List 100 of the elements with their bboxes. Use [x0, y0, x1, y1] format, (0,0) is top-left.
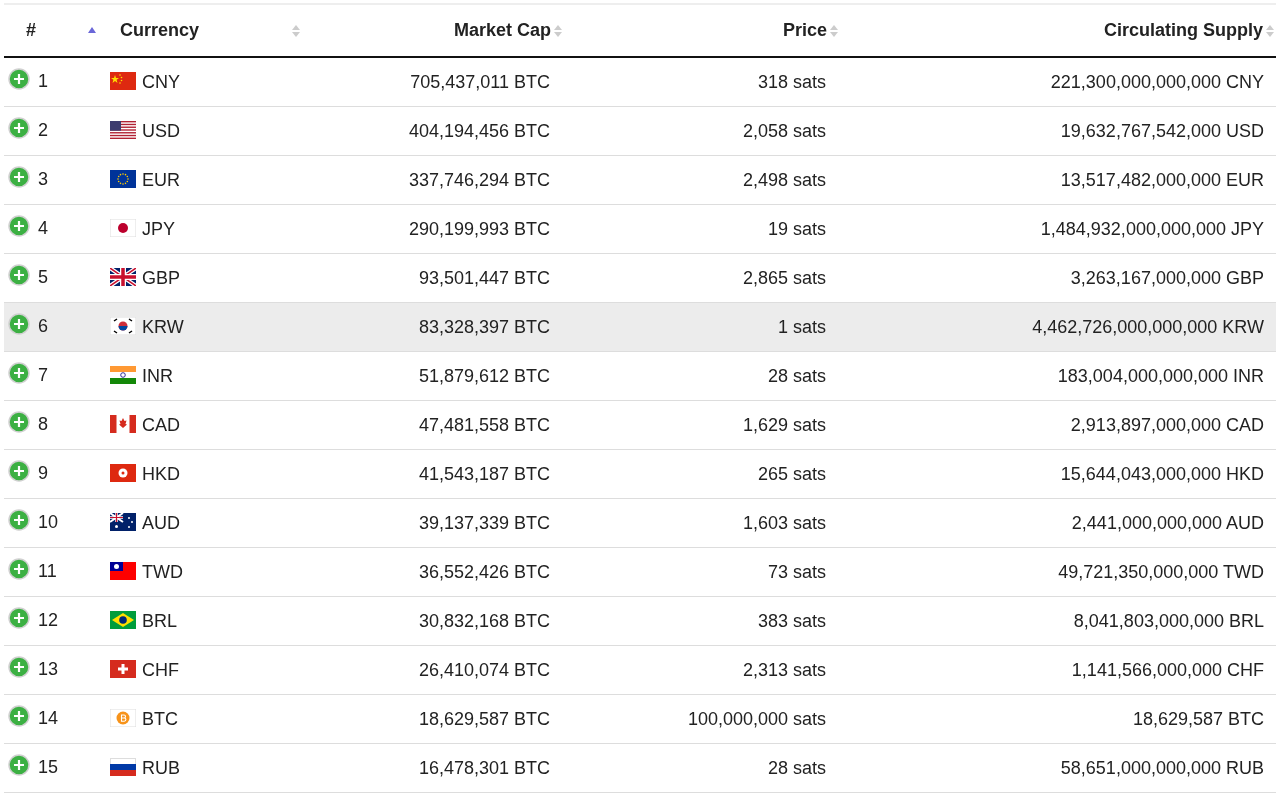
add-icon[interactable]: [8, 166, 30, 189]
table-cell: 265 sats: [757, 463, 826, 484]
add-icon[interactable]: [8, 558, 30, 581]
flag-icon: [110, 71, 136, 90]
flag-icon: [110, 463, 136, 482]
table-cell: CNY: [142, 71, 180, 92]
add-icon[interactable]: [8, 656, 30, 679]
table-cell: 4,462,726,000,000,000 KRW: [1032, 316, 1264, 337]
table-cell: 30,832,168 BTC: [418, 610, 550, 631]
table-cell: 1,603 sats: [742, 512, 826, 533]
table-cell: 18,629,587 BTC: [418, 708, 550, 729]
add-icon[interactable]: [8, 607, 30, 630]
table-cell: 5: [38, 266, 48, 287]
table-cell: 19,632,767,542,000 USD: [1060, 120, 1264, 141]
sort-icon[interactable]: [554, 23, 562, 38]
add-icon[interactable]: [8, 68, 30, 91]
table-cell: 4: [38, 217, 48, 238]
table-cell: 3: [38, 168, 48, 189]
table-cell: 3,263,167,000,000 GBP: [1070, 267, 1264, 288]
table-cell: BTC: [142, 708, 178, 729]
flag-icon: [110, 267, 136, 286]
table-row[interactable]: 1 CNY 705,437,011 BTC 318 sats 221,300,000,000,000 CNY: [4, 57, 1276, 107]
add-icon[interactable]: [8, 313, 30, 336]
table-row[interactable]: 4 JPY 290,199,993 BTC 19 sats 1,484,932,000,000,000 JPY: [4, 204, 1276, 254]
table-row[interactable]: 7 INR 51,879,612 BTC 28 sats 183,004,000,000,000 INR: [4, 351, 1276, 401]
table-cell: CHF: [142, 659, 179, 680]
flag-icon: [110, 169, 136, 188]
table-row[interactable]: 6 KRW 83,328,397 BTC 1 sats 4,462,726,000,000,000 KRW: [4, 302, 1276, 352]
table-cell: 337,746,294 BTC: [408, 169, 550, 190]
table-cell: 13,517,482,000,000 EUR: [1060, 169, 1264, 190]
add-icon[interactable]: [8, 215, 30, 238]
table-cell: TWD: [142, 561, 183, 582]
table-row[interactable]: 12 BRL 30,832,168 BTC 383 sats 8,041,803,000,000 BRL: [4, 596, 1276, 646]
table-cell: 1 sats: [777, 316, 826, 337]
table-cell: 1,629 sats: [742, 414, 826, 435]
table-cell: EUR: [142, 169, 180, 190]
table-cell: 28 sats: [767, 757, 826, 778]
add-icon[interactable]: [8, 460, 30, 483]
flag-icon: [110, 120, 136, 139]
table-cell: 39,137,339 BTC: [418, 512, 550, 533]
add-icon[interactable]: [8, 754, 30, 777]
table-cell: USD: [142, 120, 180, 141]
table-row[interactable]: 2 USD 404,194,456 BTC 2,058 sats 19,632,767,542,000 USD: [4, 106, 1276, 156]
table-cell: 2,498 sats: [742, 169, 826, 190]
table-cell: RUB: [142, 757, 180, 778]
flag-icon: [110, 365, 136, 384]
flag-icon: [110, 561, 136, 580]
table-cell: 1: [38, 70, 48, 91]
table-row[interactable]: 15 RUB 16,478,301 BTC 28 sats 58,651,000,000,000 RUB: [4, 743, 1276, 793]
column-header[interactable]: Price: [782, 20, 827, 41]
table-cell: 8,041,803,000,000 BRL: [1073, 610, 1264, 631]
flag-icon: [110, 512, 136, 531]
sort-icon[interactable]: [1266, 23, 1274, 38]
table-cell: 2,865 sats: [742, 267, 826, 288]
table-cell: 183,004,000,000,000 INR: [1057, 365, 1264, 386]
table-cell: 49,721,350,000,000 TWD: [1058, 561, 1264, 582]
table-cell: 26,410,074 BTC: [418, 659, 550, 680]
table-cell: 93,501,447 BTC: [418, 267, 550, 288]
table-cell: 221,300,000,000,000 CNY: [1050, 71, 1264, 92]
table-row[interactable]: 11 TWD 36,552,426 BTC 73 sats 49,721,350,000,000 TWD: [4, 547, 1276, 597]
table-row[interactable]: 13 CHF 26,410,074 BTC 2,313 sats 1,141,566,000,000 CHF: [4, 645, 1276, 695]
table-cell: 47,481,558 BTC: [418, 414, 550, 435]
add-icon[interactable]: [8, 411, 30, 434]
table-cell: 19 sats: [767, 218, 826, 239]
table-row[interactable]: 3 EUR 337,746,294 BTC 2,498 sats 13,517,482,000,000 EUR: [4, 155, 1276, 205]
table-cell: BRL: [142, 610, 177, 631]
table-cell: 58,651,000,000,000 RUB: [1060, 757, 1264, 778]
sort-icon[interactable]: [292, 23, 300, 38]
column-header[interactable]: Currency: [120, 20, 200, 41]
table-cell: 18,629,587 BTC: [1132, 708, 1264, 729]
table-cell: 7: [38, 364, 48, 385]
add-icon[interactable]: [8, 509, 30, 532]
add-icon[interactable]: [8, 117, 30, 140]
flag-icon: [110, 316, 136, 335]
flag-icon: [110, 218, 136, 237]
column-header[interactable]: Market Cap: [453, 20, 551, 41]
table-cell: CAD: [142, 414, 180, 435]
table-cell: GBP: [142, 267, 180, 288]
column-header[interactable]: #: [26, 20, 36, 41]
table-row[interactable]: 9 HKD 41,543,187 BTC 265 sats 15,644,043,000,000 HKD: [4, 449, 1276, 499]
add-icon[interactable]: [8, 264, 30, 287]
add-icon[interactable]: [8, 362, 30, 385]
table-cell: 8: [38, 413, 48, 434]
table-cell: 16,478,301 BTC: [418, 757, 550, 778]
add-icon[interactable]: [8, 705, 30, 728]
table-row[interactable]: 10 AUD 39,137,339 BTC 1,603 sats 2,441,000,000,000 AUD: [4, 498, 1276, 548]
table-cell: JPY: [142, 218, 175, 239]
table-row[interactable]: 14 BTC 18,629,587 BTC 100,000,000 sats 18,629,587 BTC: [4, 694, 1276, 744]
column-header[interactable]: Circulating Supply: [1104, 20, 1263, 41]
sort-icon[interactable]: [830, 23, 838, 38]
table-cell: 2,441,000,000,000 AUD: [1071, 512, 1264, 533]
table-cell: 290,199,993 BTC: [408, 218, 550, 239]
table-cell: 14: [38, 707, 59, 728]
table-cell: 318 sats: [757, 71, 826, 92]
table-row[interactable]: 8 CAD 47,481,558 BTC 1,629 sats 2,913,897,000,000 CAD: [4, 400, 1276, 450]
table-cell: KRW: [142, 316, 184, 337]
table-row[interactable]: 5 GBP 93,501,447 BTC 2,865 sats 3,263,167,000,000 GBP: [4, 253, 1276, 303]
table-cell: 100,000,000 sats: [687, 708, 826, 729]
table-cell: 36,552,426 BTC: [418, 561, 550, 582]
table-cell: 1,484,932,000,000,000 JPY: [1040, 218, 1264, 239]
